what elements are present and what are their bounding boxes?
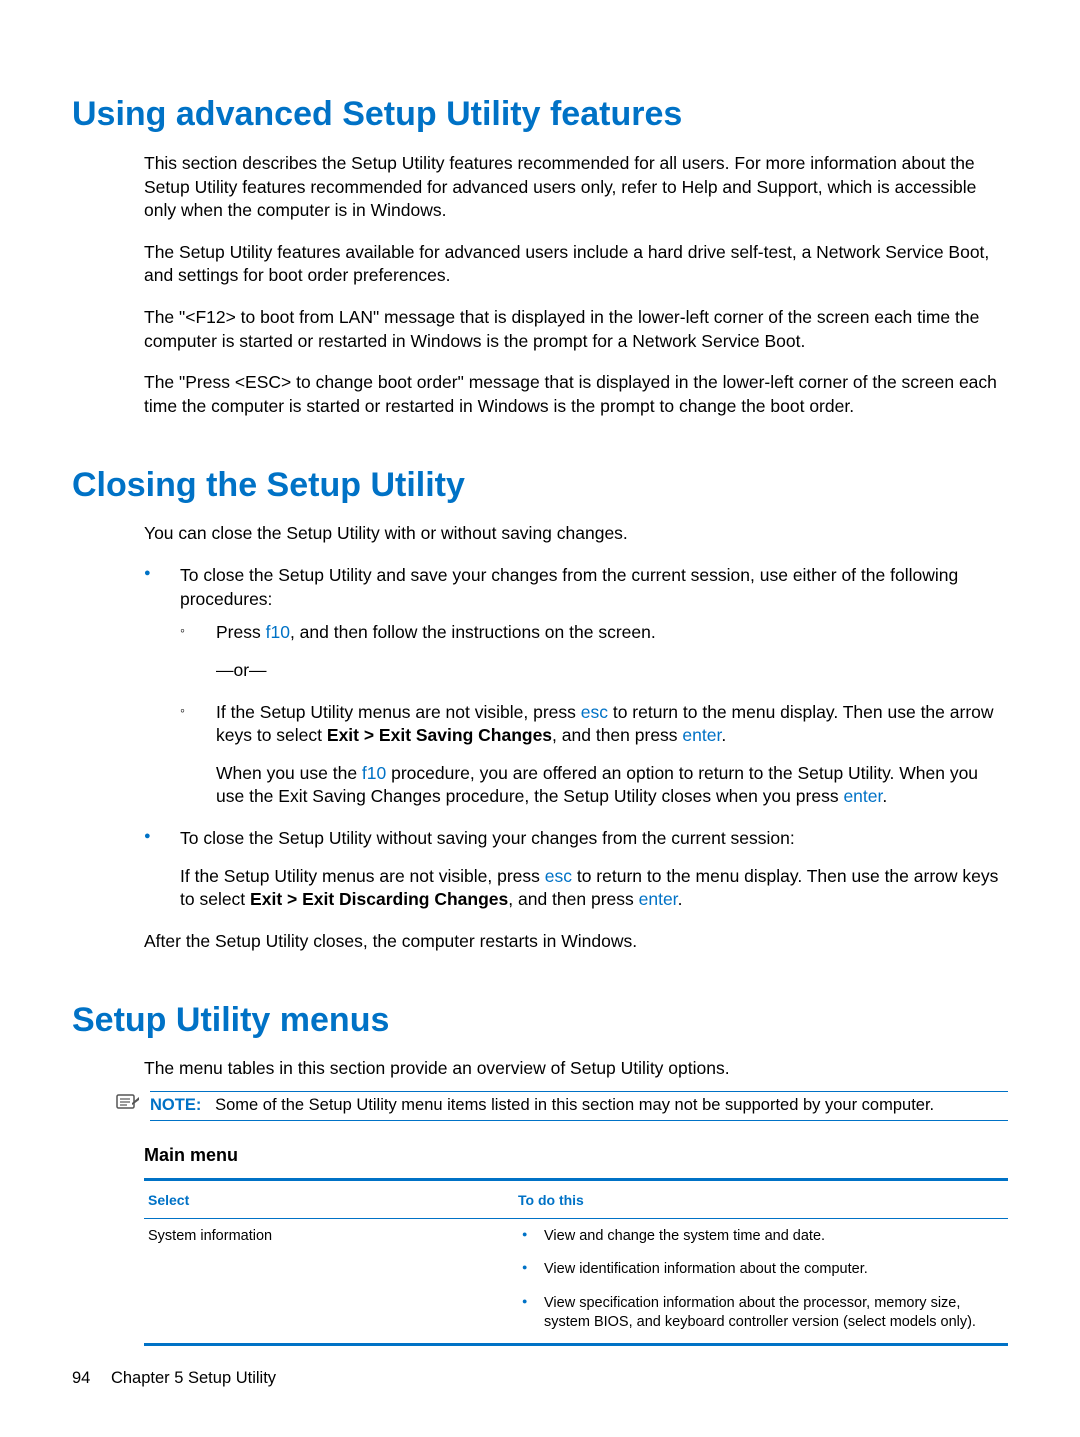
keycap-f10: f10 <box>362 763 386 783</box>
paragraph: The "Press <ESC> to change boot order" m… <box>144 371 1008 418</box>
table-cell-todo: View and change the system time and date… <box>518 1227 1008 1339</box>
table-row: System information View and change the s… <box>144 1219 1008 1343</box>
subheading-main-menu: Main menu <box>144 1143 1008 1167</box>
keycap-enter: enter <box>682 725 721 745</box>
heading-closing-utility: Closing the Setup Utility <box>72 463 1008 509</box>
keycap-enter: enter <box>639 889 678 909</box>
heading-advanced-features: Using advanced Setup Utility features <box>72 92 1008 138</box>
text: When you use the <box>216 763 362 783</box>
paragraph: The "<F12> to boot from LAN" message tha… <box>144 306 1008 353</box>
list-item-text: To close the Setup Utility and save your… <box>180 565 958 609</box>
list-item-text: To close the Setup Utility without savin… <box>180 828 795 848</box>
table-bullet-item: View specification information about the… <box>518 1294 1008 1333</box>
list-item: Press f10, and then follow the instructi… <box>180 621 1008 682</box>
list-item: To close the Setup Utility without savin… <box>144 827 1008 912</box>
table-header-todo: To do this <box>518 1191 1008 1210</box>
document-page: Using advanced Setup Utility features Th… <box>0 0 1080 1437</box>
keycap-enter: enter <box>843 786 882 806</box>
bold-menu-path: Exit > Exit Saving Changes <box>327 725 552 745</box>
paragraph: The menu tables in this section provide … <box>144 1057 1008 1081</box>
page-number: 94 <box>72 1369 90 1387</box>
table-bullet-item: View and change the system time and date… <box>518 1227 1008 1247</box>
keycap-esc: esc <box>545 866 572 886</box>
paragraph: After the Setup Utility closes, the comp… <box>144 930 1008 954</box>
text: , and then press <box>552 725 682 745</box>
section-1-body: This section describes the Setup Utility… <box>144 152 1008 419</box>
table-bullet-list: View and change the system time and date… <box>518 1227 1008 1333</box>
note-body: Some of the Setup Utility menu items lis… <box>215 1096 934 1114</box>
table-bullet-item: View identification information about th… <box>518 1260 1008 1280</box>
heading-setup-menus: Setup Utility menus <box>72 998 1008 1044</box>
text: . <box>678 889 683 909</box>
chapter-label: Chapter 5 Setup Utility <box>111 1369 276 1387</box>
paragraph: You can close the Setup Utility with or … <box>144 522 1008 546</box>
list-item: If the Setup Utility menus are not visib… <box>180 701 1008 810</box>
text: If the Setup Utility menus are not visib… <box>180 866 545 886</box>
text: . <box>721 725 726 745</box>
keycap-esc: esc <box>581 702 608 722</box>
note-icon <box>116 1093 140 1113</box>
keycap-f10: f10 <box>266 622 290 642</box>
text: Press <box>216 622 266 642</box>
paragraph: This section describes the Setup Utility… <box>144 152 1008 223</box>
note-callout: NOTE: Some of the Setup Utility menu ite… <box>116 1091 1008 1121</box>
text: , and then follow the instructions on th… <box>290 622 656 642</box>
main-menu-table: Select To do this System information Vie… <box>144 1178 1008 1346</box>
table-header-select: Select <box>144 1191 518 1210</box>
text: If the Setup Utility menus are not visib… <box>216 702 581 722</box>
table-cell-select: System information <box>144 1227 518 1339</box>
section-2-body: You can close the Setup Utility with or … <box>144 522 1008 953</box>
text: , and then press <box>508 889 638 909</box>
bold-menu-path: Exit > Exit Discarding Changes <box>250 889 508 909</box>
note-label: NOTE: <box>150 1096 201 1114</box>
section-3-body: The menu tables in this section provide … <box>144 1057 1008 1081</box>
note-text: NOTE: Some of the Setup Utility menu ite… <box>150 1091 1008 1121</box>
bullet-list-level2: Press f10, and then follow the instructi… <box>180 621 1008 809</box>
or-separator: —or— <box>216 659 1008 683</box>
paragraph: The Setup Utility features available for… <box>144 241 1008 288</box>
bullet-list-level1: To close the Setup Utility and save your… <box>144 564 1008 912</box>
page-footer: 94 Chapter 5 Setup Utility <box>72 1367 276 1389</box>
text: . <box>882 786 887 806</box>
list-item: To close the Setup Utility and save your… <box>144 564 1008 809</box>
table-header-row: Select To do this <box>144 1181 1008 1219</box>
